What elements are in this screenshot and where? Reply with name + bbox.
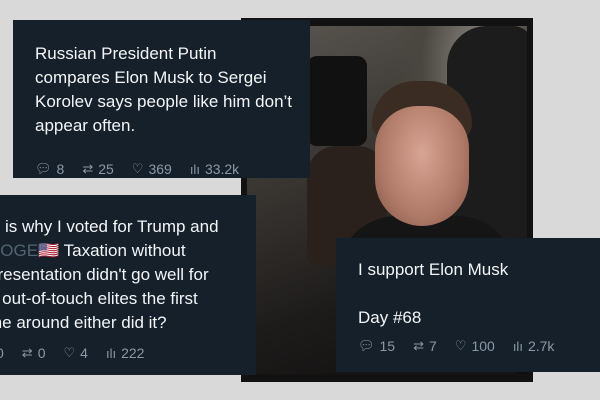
us-flag-emoji: 🇺🇸 bbox=[38, 241, 60, 260]
tweet-card-trump[interactable]: is is why I voted for Trump and DOGE🇺🇸 T… bbox=[0, 195, 256, 375]
reply-stat[interactable]: 💬︎ 8 bbox=[35, 161, 64, 177]
repost-stat[interactable]: ⇄ 25 bbox=[82, 161, 113, 177]
tweet-stats: 💬︎ 15 ⇄ 7 ♡ 100 ılı 2.7k bbox=[358, 338, 572, 354]
repost-count: 25 bbox=[98, 161, 114, 177]
bar-chart-icon: ılı bbox=[105, 345, 117, 361]
views-stat[interactable]: ılı 33.2k bbox=[190, 161, 239, 177]
doge-mention[interactable]: DOGE bbox=[0, 241, 38, 260]
views-count: 222 bbox=[121, 345, 145, 361]
reply-count: 0 bbox=[0, 345, 4, 361]
tweet-line: is is why I voted for Trump and bbox=[0, 217, 219, 236]
reply-stat[interactable]: 💬︎ 15 bbox=[358, 338, 395, 354]
views-count: 33.2k bbox=[204, 161, 240, 177]
repost-icon: ⇄ bbox=[413, 338, 424, 353]
tweet-card-support[interactable]: I support Elon Musk Day #68 💬︎ 15 ⇄ 7 ♡ … bbox=[336, 238, 600, 372]
like-stat[interactable]: ♡ 100 bbox=[455, 338, 495, 354]
reply-count: 8 bbox=[56, 161, 65, 177]
repost-count: 7 bbox=[429, 338, 437, 354]
tweet-line: I support Elon Musk bbox=[358, 260, 509, 279]
tweet-line: presentation didn't go well for bbox=[0, 265, 209, 284]
repost-icon: ⇄ bbox=[21, 345, 33, 360]
like-stat[interactable]: ♡ 4 bbox=[64, 345, 88, 361]
views-count: 2.7k bbox=[527, 338, 555, 354]
tweet-line: DOGE🇺🇸 Taxation without bbox=[0, 239, 238, 263]
tweet-line: e out-of-touch elites the first bbox=[0, 289, 198, 308]
reply-count: 15 bbox=[379, 338, 396, 354]
heart-icon: ♡ bbox=[454, 338, 467, 353]
bar-chart-icon: ılı bbox=[512, 338, 523, 354]
face bbox=[375, 106, 469, 226]
repost-count: 0 bbox=[37, 345, 46, 361]
like-count: 100 bbox=[471, 338, 495, 354]
reply-icon: 💬︎ bbox=[35, 161, 52, 176]
tweet-text: I support Elon Musk Day #68 bbox=[358, 258, 584, 330]
tweet-line: Day #68 bbox=[358, 308, 422, 327]
tweet-stats: 💬︎ 8 ⇄ 25 ♡ 369 ılı 33.2k bbox=[35, 161, 257, 177]
repost-stat[interactable]: ⇄ 7 bbox=[413, 338, 437, 354]
tweet-card-putin[interactable]: Russian President Putin compares Elon Mu… bbox=[13, 20, 310, 178]
tweet-text: is is why I voted for Trump and DOGE🇺🇸 T… bbox=[0, 215, 238, 335]
views-stat[interactable]: ılı 222 bbox=[106, 345, 144, 361]
camera-shape bbox=[307, 56, 367, 146]
bar-chart-icon: ılı bbox=[189, 161, 200, 177]
repost-icon: ⇄ bbox=[82, 161, 94, 176]
heart-icon: ♡ bbox=[63, 345, 76, 360]
repost-stat[interactable]: ⇄ 0 bbox=[22, 345, 46, 361]
tweet-stats: 0 ⇄ 0 ♡ 4 ılı 222 bbox=[0, 345, 162, 361]
views-stat[interactable]: ılı 2.7k bbox=[513, 338, 555, 354]
heart-icon: ♡ bbox=[131, 161, 144, 176]
tweet-text: Russian President Putin compares Elon Mu… bbox=[35, 44, 293, 135]
like-count: 369 bbox=[148, 161, 172, 177]
reply-stat[interactable]: 0 bbox=[0, 345, 4, 361]
tweet-line: me around either did it? bbox=[0, 313, 167, 332]
like-stat[interactable]: ♡ 369 bbox=[132, 161, 172, 177]
reply-icon: 💬︎ bbox=[358, 338, 375, 353]
like-count: 4 bbox=[80, 345, 88, 361]
